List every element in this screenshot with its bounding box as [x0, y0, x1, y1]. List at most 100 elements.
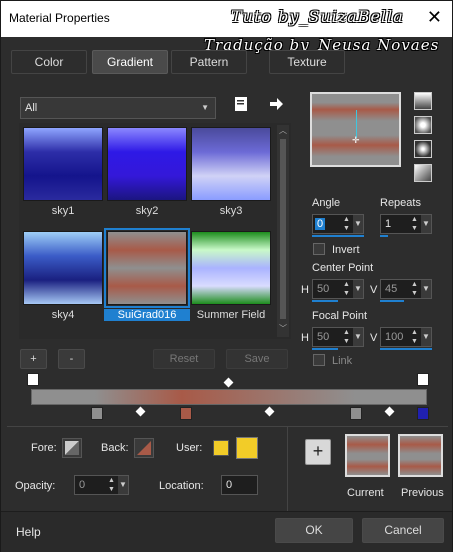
- chevron-down-icon[interactable]: ▼: [421, 328, 431, 346]
- color-stop[interactable]: [350, 407, 362, 420]
- chevron-down-icon[interactable]: ▼: [421, 215, 431, 233]
- spin-updown-icon[interactable]: ▲ ▼: [341, 215, 352, 233]
- gradient-tile-sky4[interactable]: [23, 231, 103, 305]
- center-v-value[interactable]: 45: [385, 283, 397, 295]
- cancel-button[interactable]: Cancel: [362, 518, 444, 543]
- chevron-down-icon: ▼: [201, 103, 209, 112]
- tab-texture[interactable]: Texture: [269, 50, 345, 74]
- spin-updown-icon[interactable]: ▲ ▼: [341, 280, 352, 298]
- save-button[interactable]: Save: [226, 349, 288, 369]
- library-book-icon[interactable]: [233, 96, 249, 112]
- opacity-spinner[interactable]: 0 ▲ ▼ ▼: [74, 475, 129, 495]
- library-filter-dropdown[interactable]: All ▼: [20, 97, 216, 119]
- focal-h-spinner[interactable]: 50 ▲ ▼ ▼: [312, 327, 364, 347]
- help-link[interactable]: Help: [16, 525, 41, 539]
- location-input[interactable]: 0: [221, 475, 258, 495]
- gradient-tile-label: sky1: [51, 205, 75, 217]
- library-scrollbar[interactable]: ︿ ﹀: [277, 125, 289, 337]
- center-h-label: H: [301, 284, 309, 296]
- add-gradient-button[interactable]: +: [20, 349, 47, 369]
- gradient-tile-label: sky2: [135, 205, 159, 217]
- color-stop[interactable]: [91, 407, 103, 420]
- back-label: Back:: [101, 442, 129, 454]
- user-swatch-small[interactable]: [213, 440, 229, 456]
- ok-button[interactable]: OK: [275, 518, 353, 543]
- location-value[interactable]: 0: [226, 479, 232, 491]
- remove-gradient-button[interactable]: -: [58, 349, 85, 369]
- transparency-midpoint[interactable]: [223, 377, 234, 388]
- angle-value[interactable]: 0: [315, 218, 326, 230]
- repeats-spinner[interactable]: 1 ▲ ▼ ▼: [380, 214, 432, 234]
- focal-h-slider[interactable]: [312, 348, 338, 350]
- add-to-swatches-button[interactable]: +: [305, 439, 331, 465]
- gradient-tile-label: SuiGrad016: [104, 309, 190, 321]
- tab-bar: Color Gradient Pattern Texture: [7, 50, 447, 76]
- focal-v-spinner[interactable]: 100 ▲ ▼ ▼: [380, 327, 432, 347]
- chevron-down-icon[interactable]: ▼: [118, 476, 128, 494]
- gradient-preview[interactable]: ✛: [310, 92, 401, 167]
- gradient-tile-label: sky3: [219, 205, 243, 217]
- center-h-value[interactable]: 50: [317, 283, 329, 295]
- fore-swatch[interactable]: [62, 438, 82, 458]
- location-label: Location:: [159, 480, 204, 492]
- scroll-thumb[interactable]: [280, 139, 286, 319]
- chevron-down-icon[interactable]: ▼: [353, 280, 363, 298]
- reset-button[interactable]: Reset: [153, 349, 215, 369]
- tab-color[interactable]: Color: [11, 50, 87, 74]
- color-midpoint[interactable]: [135, 406, 146, 417]
- gradient-tile-summer-field[interactable]: [191, 231, 271, 305]
- angle-spinner[interactable]: 0 ▲ ▼ ▼: [312, 214, 364, 234]
- sunburst-style-icon[interactable]: [414, 140, 432, 158]
- watermark-line1: Tuto by_SuizaBella: [231, 7, 404, 26]
- tab-pattern[interactable]: Pattern: [171, 50, 247, 74]
- center-point-handle[interactable]: ✛: [352, 136, 360, 145]
- color-stop-selected[interactable]: [417, 407, 429, 420]
- center-h-slider[interactable]: [312, 300, 338, 302]
- invert-checkbox[interactable]: [313, 243, 325, 255]
- spin-updown-icon[interactable]: ▲ ▼: [409, 215, 420, 233]
- spin-updown-icon[interactable]: ▲ ▼: [341, 328, 352, 346]
- transparency-stop-left[interactable]: [27, 373, 39, 386]
- spin-updown-icon[interactable]: ▲ ▼: [409, 280, 420, 298]
- center-v-slider[interactable]: [380, 300, 404, 302]
- chevron-down-icon[interactable]: ▼: [353, 328, 363, 346]
- rectangular-style-icon[interactable]: [414, 116, 432, 134]
- scroll-down-icon[interactable]: ﹀: [279, 323, 287, 334]
- opacity-value[interactable]: 0: [79, 479, 85, 491]
- user-swatch-large[interactable]: [236, 437, 258, 459]
- repeats-value[interactable]: 1: [385, 218, 391, 230]
- center-h-spinner[interactable]: 50 ▲ ▼ ▼: [312, 279, 364, 299]
- arrow-right-icon[interactable]: [269, 97, 283, 111]
- spin-updown-icon[interactable]: ▲ ▼: [409, 328, 420, 346]
- angle-label: Angle: [312, 197, 341, 209]
- gradient-tile-sky2[interactable]: [107, 127, 187, 201]
- scroll-up-icon[interactable]: ︿: [279, 125, 287, 136]
- focal-h-value[interactable]: 50: [317, 331, 329, 343]
- color-midpoint[interactable]: [264, 406, 275, 417]
- chevron-down-icon[interactable]: ▼: [353, 215, 363, 233]
- back-swatch[interactable]: [134, 438, 154, 458]
- focal-h-label: H: [301, 332, 309, 344]
- gradient-tile-sky1[interactable]: [23, 127, 103, 201]
- gradient-editor-bar[interactable]: [31, 389, 427, 405]
- chevron-down-icon[interactable]: ▼: [421, 280, 431, 298]
- angle-handle-line[interactable]: [356, 110, 357, 138]
- gradient-tile-suigrad016[interactable]: [104, 228, 190, 308]
- tab-gradient[interactable]: Gradient: [92, 50, 168, 74]
- radial-style-icon[interactable]: [414, 164, 432, 182]
- transparency-stop-right[interactable]: [417, 373, 429, 386]
- linear-style-icon[interactable]: [414, 92, 432, 110]
- repeats-slider[interactable]: [380, 235, 388, 237]
- focal-v-slider[interactable]: [380, 348, 432, 350]
- gradient-tile-sky3[interactable]: [191, 127, 271, 201]
- color-stop[interactable]: [180, 407, 192, 420]
- focal-v-value[interactable]: 100: [385, 331, 403, 343]
- spin-updown-icon[interactable]: ▲ ▼: [106, 476, 117, 494]
- color-midpoint[interactable]: [384, 406, 395, 417]
- center-v-spinner[interactable]: 45 ▲ ▼ ▼: [380, 279, 432, 299]
- previous-swatch[interactable]: [398, 434, 443, 477]
- current-swatch[interactable]: [345, 434, 390, 477]
- angle-slider[interactable]: [312, 235, 364, 237]
- close-icon[interactable]: ✕: [427, 7, 442, 28]
- link-checkbox[interactable]: [313, 354, 325, 366]
